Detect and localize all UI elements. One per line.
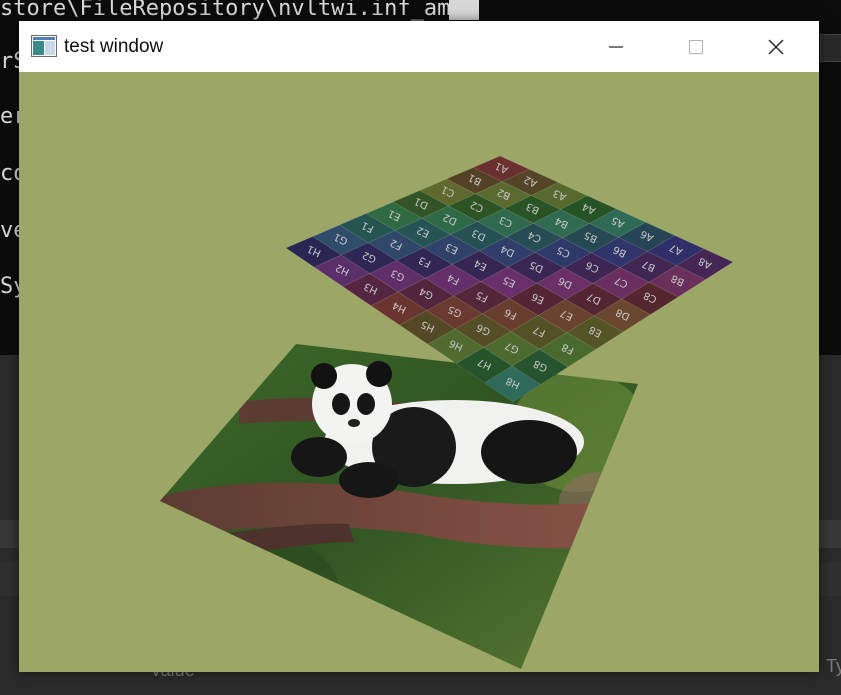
minimize-icon <box>609 45 623 48</box>
render-viewport[interactable]: A1 B1 C1 D1 E1 F1 G1 H1 A2 B2 C2 D2 E2 F2 G2 H2 A3 B3 C3 D3… <box>19 72 819 672</box>
background-toolbar-edge <box>820 34 841 62</box>
close-icon <box>768 39 784 54</box>
3d-scene: A1B1C1D1E1F1G1H1A2B2C2D2E2F2G2H2A3B3C3D3… <box>19 72 819 672</box>
terminal-cursor <box>449 0 479 20</box>
window-title: test window <box>64 36 164 57</box>
app-icon <box>31 35 57 57</box>
test-window[interactable]: test window A1 B1 C1 D1 E1 F1 G1 H1 A2 B… <box>19 21 819 672</box>
minimize-button[interactable] <box>577 21 655 72</box>
window-titlebar[interactable]: test window <box>19 21 819 72</box>
close-button[interactable] <box>737 21 815 72</box>
maximize-icon <box>689 39 703 54</box>
maximize-button[interactable] <box>657 21 735 72</box>
terminal-path-line: store\FileRepository\nvltwi.inf_amd <box>0 0 464 21</box>
background-type-header: Ty <box>826 656 841 676</box>
